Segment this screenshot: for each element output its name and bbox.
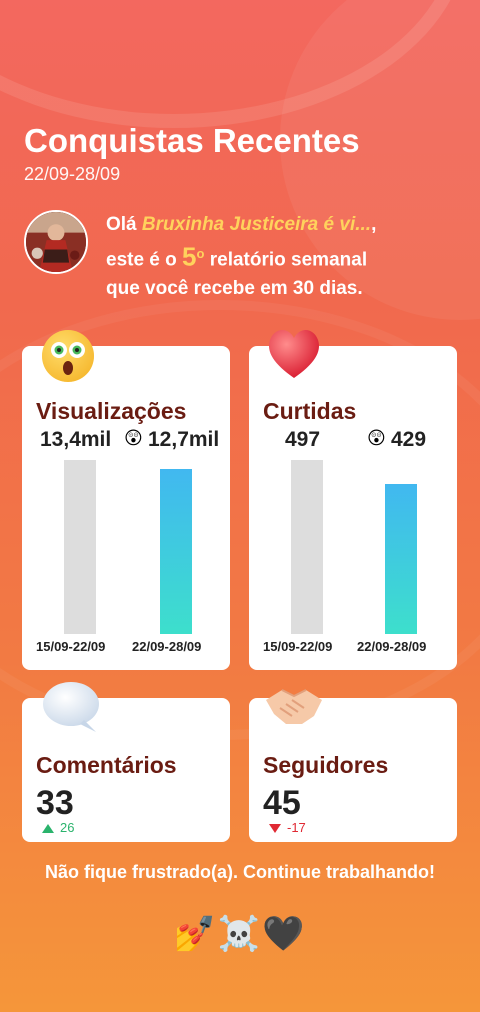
avatar[interactable]	[24, 210, 88, 274]
page-title: Conquistas Recentes	[24, 122, 360, 159]
arrow-up-icon	[42, 824, 54, 833]
likes-tick-curr: 22/09-28/09	[357, 639, 427, 654]
views-card[interactable]: Visualizações 13,4mil 😲 12,7mil 15/09-22…	[22, 346, 230, 670]
views-prev-value: 13,4mil	[40, 428, 112, 451]
views-card-title: Visualizações	[36, 398, 187, 424]
likes-bar-curr	[385, 484, 417, 634]
greeting-line2-before: este é o	[106, 249, 183, 271]
astonished-face-icon: 😲	[367, 428, 386, 448]
views-curr-value: 12,7mil	[148, 428, 220, 451]
followers-value: 45	[263, 784, 301, 822]
likes-card[interactable]: Curtidas 497 😲 429 15/09-22/09 22/09-28/…	[249, 346, 457, 670]
greeting-prefix: Olá	[106, 214, 142, 235]
date-range: 22/09-28/09	[24, 164, 121, 184]
views-tick-curr: 22/09-28/09	[132, 639, 202, 654]
account-name: Bruxinha Justiceira é vi...	[141, 214, 372, 235]
greeting-line3: que você recebe em 30 dias.	[106, 278, 363, 300]
followers-card-title: Seguidores	[263, 752, 389, 778]
likes-tick-prev: 15/09-22/09	[263, 639, 333, 654]
comments-card-title: Comentários	[36, 752, 177, 778]
followers-delta: -17	[269, 820, 306, 835]
report-number: 5	[182, 241, 197, 272]
greeting-text: Olá Bruxinha Justiceira é vi..., este é …	[106, 210, 466, 303]
motivation-message: Não fique frustrado(a). Continue trabalh…	[45, 862, 435, 882]
comments-delta-value: 26	[60, 820, 75, 835]
greeting-line2-after: relatório semanal	[204, 249, 368, 271]
surprised-face-icon	[40, 328, 96, 389]
arrow-down-icon	[269, 824, 281, 833]
greeting-comma: ,	[371, 214, 377, 235]
comments-delta: 26	[42, 820, 74, 835]
speech-bubble-icon	[40, 680, 102, 739]
likes-curr-value: 429	[391, 428, 427, 451]
views-bar-curr	[160, 469, 192, 634]
views-tick-prev: 15/09-22/09	[36, 639, 106, 654]
views-bar-prev	[64, 460, 96, 634]
avatar-image	[26, 212, 86, 272]
heart-icon	[264, 324, 324, 387]
likes-prev-value: 497	[285, 428, 321, 451]
footer-emojis: 💅☠️🖤	[173, 915, 307, 953]
astonished-face-icon: 😲	[124, 428, 143, 448]
likes-bar-prev	[291, 460, 323, 634]
followers-delta-value: -17	[287, 820, 306, 835]
likes-card-title: Curtidas	[263, 398, 357, 424]
handshake-icon	[262, 682, 326, 735]
comments-value: 33	[36, 784, 74, 822]
